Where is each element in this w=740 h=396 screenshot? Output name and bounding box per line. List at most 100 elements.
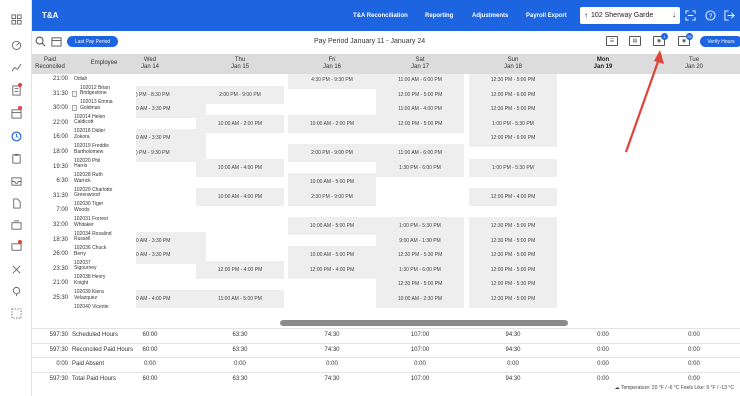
user-group-icon[interactable]: ◉ 25 xyxy=(678,33,693,46)
calendar-icon[interactable] xyxy=(9,106,23,120)
employee-photo-icon xyxy=(72,105,77,112)
location-selector[interactable]: ↑ 102 Sherway Garde ↓ xyxy=(580,7,680,24)
clock-icon[interactable] xyxy=(9,129,23,143)
total-day-value: 94:30 xyxy=(505,332,521,338)
nav-reporting[interactable]: Reporting xyxy=(425,13,453,19)
tools-icon[interactable] xyxy=(9,262,23,276)
clipboard-icon[interactable] xyxy=(9,151,23,165)
document-icon[interactable] xyxy=(9,196,23,210)
day-name: Thu xyxy=(234,57,246,63)
day-name: Sun xyxy=(507,57,519,63)
total-day-value: 60:00 xyxy=(142,332,158,338)
last-pay-period-button[interactable]: Last Pay Period xyxy=(67,36,118,47)
total-label: Scheduled Hours xyxy=(72,332,119,338)
total-day-value: 74:30 xyxy=(324,346,340,353)
report-icon[interactable] xyxy=(9,83,23,97)
svg-text:?: ? xyxy=(708,12,712,19)
inbox-icon[interactable] xyxy=(9,174,23,188)
total-day-value: 60:00 xyxy=(142,346,158,353)
day-header-5: Mon Jan 19 xyxy=(573,57,633,71)
day-date: Jan 20 xyxy=(684,64,703,70)
paid-hours: 23:30 xyxy=(52,265,68,272)
dotted-box-icon[interactable] xyxy=(9,306,23,320)
chart-icon[interactable] xyxy=(9,60,23,74)
day-date: Jan 19 xyxy=(593,64,613,70)
employee-name[interactable]: 102019 Freddie Bartholomew xyxy=(74,143,136,155)
employee-name[interactable]: 102034 Rosalind Russell xyxy=(74,231,136,243)
day-name: Sat xyxy=(415,57,425,63)
location-pin-icon[interactable] xyxy=(9,284,23,298)
total-day-value: 74:30 xyxy=(324,375,340,382)
table-row[interactable]: 102040 Vicente xyxy=(32,304,740,320)
total-day-value: 0:00 xyxy=(688,346,700,353)
total-day-value: 0:00 xyxy=(597,346,609,353)
weather-icon: ☁ xyxy=(614,385,620,391)
day-date: Jan 16 xyxy=(322,64,341,70)
group-badge: 25 xyxy=(686,33,693,40)
verify-hours-button[interactable]: Verify Hours xyxy=(700,36,740,47)
day-name: Fri xyxy=(328,57,336,63)
employee-name[interactable]: 102018 Didier Zokora xyxy=(74,129,136,140)
employee-name[interactable]: 102040 Vicente xyxy=(74,304,136,311)
search-icon[interactable] xyxy=(34,35,46,47)
total-day-value: 0:00 xyxy=(688,332,700,338)
employee-name[interactable]: 102013 Emma Goldman xyxy=(80,99,142,111)
total-label: Total Paid Hours xyxy=(72,375,117,382)
employee-name[interactable]: 102010 Chloe Odiah xyxy=(74,74,136,82)
employee-name[interactable]: 102039 Kiera Velazquez xyxy=(74,289,136,301)
horizontal-scrollbar[interactable] xyxy=(280,320,568,326)
message-icon[interactable] xyxy=(9,240,23,254)
toolbar: Last Pay Period Pay Period January 11 - … xyxy=(32,31,740,52)
scan-icon[interactable] xyxy=(684,9,696,21)
dashboard-icon[interactable] xyxy=(9,37,23,51)
logout-icon[interactable] xyxy=(723,9,735,21)
total-value: 597:30 xyxy=(49,332,68,338)
total-day-value: 0:00 xyxy=(507,361,519,367)
total-day-value: 0:00 xyxy=(234,361,246,367)
day-date: Jan 17 xyxy=(410,64,429,70)
help-icon[interactable]: ? xyxy=(704,9,716,21)
employee-name[interactable]: 102036 Chuck Berry xyxy=(74,245,136,257)
employee-name[interactable]: 102037 Sigourney xyxy=(74,260,136,272)
day-date: Jan 14 xyxy=(140,64,159,70)
paid-hours: 19:30 xyxy=(52,163,68,170)
nav-ta-reconciliation[interactable]: T&A Reconciliation xyxy=(353,13,408,19)
list-view-icon[interactable]: ☰ xyxy=(606,36,618,46)
grid-apps-icon[interactable] xyxy=(9,12,23,26)
employee-photo-icon xyxy=(72,90,77,97)
total-day-value: 0:00 xyxy=(688,361,700,367)
total-day-value: 63:30 xyxy=(232,346,248,353)
id-card-icon[interactable]: ▤ xyxy=(629,36,641,46)
total-day-value: 0:00 xyxy=(597,375,609,382)
employee-name[interactable]: 102031 Forrest Whitaker xyxy=(74,216,136,228)
day-name: Mon xyxy=(596,57,610,63)
total-value: 597:30 xyxy=(49,346,68,353)
paid-hours: 32:00 xyxy=(52,222,68,228)
paid-hours: 31:30 xyxy=(52,192,68,199)
dropdown-arrow-icon: ↓ xyxy=(672,10,676,19)
paid-hours: 7:00 xyxy=(56,207,68,214)
schedule-header-row: Paid Reconciled Employee Wed Jan 14 Thu Jan… xyxy=(32,54,740,74)
paid-hours: 22:00 xyxy=(52,119,68,126)
total-day-value: 107:00 xyxy=(410,332,430,338)
employee-name[interactable]: 102030 Tiger Woods xyxy=(74,202,136,213)
weather-info: ☁ Temperature: 20 °F / -6 °C Feels Like:… xyxy=(615,385,734,391)
employee-name[interactable]: 102020 Phil Harris xyxy=(74,158,136,170)
employee-name[interactable]: 102014 Helen Caldicott xyxy=(74,114,136,126)
totals-row: 597:30 Scheduled Hours 60:00 63:30 74:30 107:… xyxy=(32,328,740,342)
register-icon[interactable] xyxy=(9,218,23,232)
nav-payroll-export[interactable]: Payroll Export xyxy=(526,13,567,19)
total-day-value: 107:00 xyxy=(410,346,430,353)
employee-name[interactable]: 102038 Henry Knight xyxy=(74,275,136,286)
left-rail xyxy=(0,0,32,396)
user-alert-icon[interactable]: ◉ 1 xyxy=(653,33,668,46)
location-arrow-icon: ↑ xyxy=(584,11,588,20)
total-day-value: 60:00 xyxy=(142,375,158,382)
employee-name[interactable]: 102012 Brian Bridgestone xyxy=(80,85,142,97)
calendar-picker-icon[interactable] xyxy=(50,35,62,47)
paid-hours: 18:30 xyxy=(52,236,68,243)
total-day-value: 0:00 xyxy=(597,332,609,338)
employee-name[interactable]: 102029 Charlotte Greenwood xyxy=(74,187,136,199)
employee-name[interactable]: 102028 Ruth Warrick xyxy=(74,172,136,184)
nav-adjustments[interactable]: Adjustments xyxy=(472,13,508,19)
